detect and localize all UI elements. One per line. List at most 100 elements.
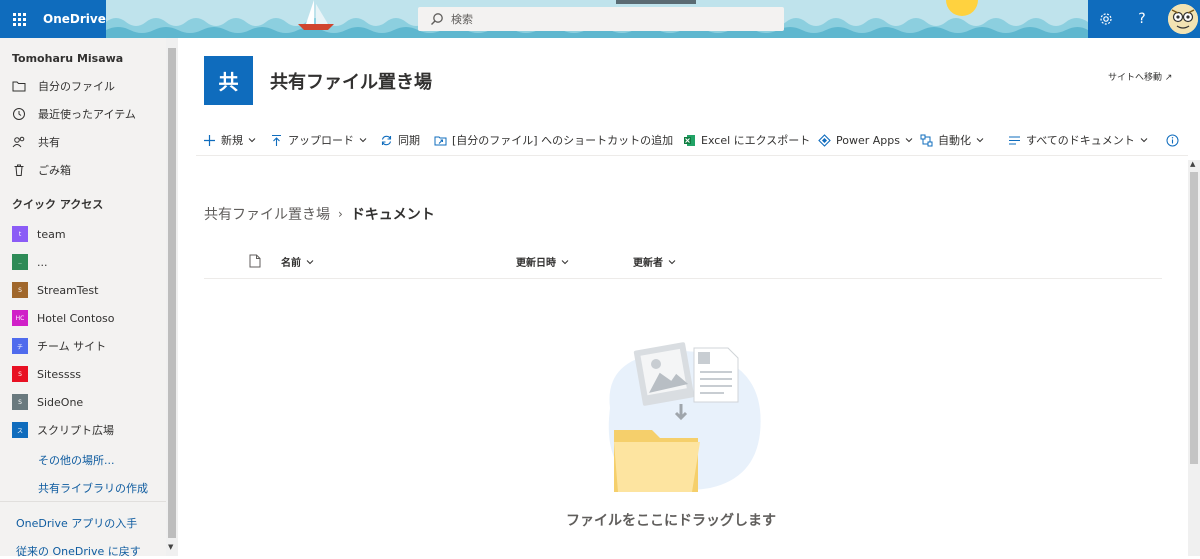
search-icon: [431, 13, 443, 25]
breadcrumb: 共有ファイル置き場 › ドキュメント: [204, 204, 435, 224]
gear-icon: [1100, 13, 1112, 25]
search-box[interactable]: 検索: [418, 7, 784, 31]
site-label: ...: [37, 255, 48, 269]
chevron-down-icon: [561, 259, 569, 264]
site-link[interactable]: S Sitessss: [0, 361, 166, 387]
new-label: 新規: [221, 134, 243, 147]
sync-icon: [381, 135, 392, 145]
upload-icon: [272, 134, 281, 146]
nav-item-label: 自分のファイル: [38, 80, 115, 93]
site-label: Hotel Contoso: [37, 311, 115, 325]
plus-icon: [204, 134, 215, 146]
nav-item-label: ごみ箱: [38, 164, 71, 177]
help-button[interactable]: ?: [1124, 0, 1160, 38]
create-library-link[interactable]: 共有ライブラリの作成: [38, 480, 148, 496]
modified-column-header[interactable]: 更新日時: [516, 254, 569, 269]
go-to-site-link[interactable]: サイトへ移動 ↗: [1108, 70, 1172, 83]
avatar[interactable]: [1168, 4, 1198, 34]
get-app-link[interactable]: OneDrive アプリの入手: [16, 515, 137, 531]
empty-state-message: ファイルをここにドラッグします: [566, 513, 776, 529]
search-placeholder: 検索: [451, 13, 473, 26]
site-label: チーム サイト: [37, 340, 107, 353]
site-label: StreamTest: [37, 283, 99, 297]
site-badge: S: [12, 366, 28, 382]
excel-icon: [684, 134, 695, 146]
breadcrumb-parent[interactable]: 共有ファイル置き場: [204, 204, 330, 224]
power-apps-button[interactable]: Power Apps: [818, 126, 913, 154]
export-excel-button[interactable]: Excel にエクスポート: [683, 126, 810, 154]
site-link[interactable]: HC Hotel Contoso: [0, 305, 166, 331]
info-button[interactable]: [1166, 126, 1184, 154]
app-name[interactable]: OneDrive: [38, 0, 106, 38]
site-link[interactable]: .. ...: [0, 249, 166, 275]
sync-label: 同期: [398, 134, 420, 147]
recent-icon: [13, 108, 25, 120]
page-title: 共有ファイル置き場: [270, 72, 432, 93]
modified-by-column-label: 更新者: [633, 258, 663, 269]
recycle-bin-icon: [14, 164, 24, 176]
nav-scrollbar[interactable]: ▼: [166, 38, 178, 556]
top-header: OneDrive 検索 ?: [0, 0, 1200, 38]
name-column-header[interactable]: 名前: [281, 254, 314, 269]
app-launcher-button[interactable]: [0, 0, 38, 38]
name-column-label: 名前: [281, 258, 301, 269]
power-apps-label: Power Apps: [836, 133, 900, 147]
site-label: SideOne: [37, 395, 84, 409]
export-excel-label: Excel にエクスポート: [701, 134, 811, 147]
site-badge: S: [12, 394, 28, 410]
site-link[interactable]: ス スクリプト広場: [0, 417, 166, 443]
view-selector-button[interactable]: すべてのドキュメント: [1008, 126, 1148, 154]
chevron-down-icon: [1140, 138, 1148, 143]
view-selector-label: すべてのドキュメント: [1026, 134, 1135, 147]
more-places-link[interactable]: その他の場所...: [38, 452, 115, 468]
site-label: team: [37, 227, 66, 241]
automate-button[interactable]: 自動化: [920, 126, 984, 154]
scroll-up-icon[interactable]: ▲: [1190, 160, 1195, 168]
nav-scrollbar-thumb[interactable]: [168, 48, 176, 538]
settings-button[interactable]: [1088, 0, 1124, 38]
nav-item-recycle-bin[interactable]: ごみ箱: [0, 157, 166, 183]
site-link[interactable]: t team: [0, 221, 166, 247]
site-link[interactable]: S SideOne: [0, 389, 166, 415]
quick-access-heading: クイック アクセス: [12, 198, 104, 211]
user-name: Tomoharu Misawa: [12, 52, 124, 65]
content-scrollbar[interactable]: ▲: [1188, 160, 1200, 556]
site-label: Sitessss: [37, 367, 82, 381]
command-bar: 新規 アップロード 同期 [自分のファイル] へのショートカットの追加 Exce…: [196, 126, 1188, 156]
shortcut-icon: [434, 136, 447, 145]
sync-button[interactable]: 同期: [380, 126, 420, 154]
nav-item-my-files[interactable]: 自分のファイル: [0, 73, 166, 99]
site-link[interactable]: S StreamTest: [0, 277, 166, 303]
add-shortcut-label: [自分のファイル] へのショートカットの追加: [452, 134, 674, 147]
modified-column-label: 更新日時: [516, 258, 556, 269]
chevron-down-icon: [905, 138, 913, 143]
list-view-icon: [1009, 135, 1020, 145]
waffle-icon: [12, 12, 26, 26]
site-logo: 共: [204, 56, 253, 105]
nav-item-shared[interactable]: 共有: [0, 129, 166, 155]
nav-item-label: 最近使ったアイテム: [38, 108, 136, 121]
nav-item-label: 共有: [38, 136, 60, 149]
help-icon: ?: [1138, 11, 1146, 27]
classic-onedrive-link[interactable]: 従来の OneDrive に戻す: [16, 543, 141, 559]
site-link[interactable]: チ チーム サイト: [0, 333, 166, 359]
breadcrumb-separator: ›: [338, 207, 343, 221]
site-badge: t: [12, 226, 28, 242]
nav-item-recent[interactable]: 最近使ったアイテム: [0, 101, 166, 127]
chevron-down-icon: [976, 138, 984, 143]
chevron-down-icon: [248, 138, 256, 143]
site-badge: チ: [12, 338, 28, 354]
add-shortcut-button[interactable]: [自分のファイル] へのショートカットの追加: [434, 126, 673, 154]
nav-divider: [0, 501, 166, 502]
breadcrumb-current: ドキュメント: [350, 207, 435, 223]
modified-by-column-header[interactable]: 更新者: [633, 254, 676, 269]
content-scrollbar-thumb[interactable]: [1190, 172, 1198, 464]
avatar-image: [1168, 4, 1198, 34]
scroll-down-icon[interactable]: ▼: [168, 543, 173, 551]
new-button[interactable]: 新規: [203, 126, 256, 154]
power-apps-icon: [818, 133, 831, 147]
file-type-column[interactable]: [249, 254, 261, 268]
site-badge: HC: [12, 310, 28, 326]
left-nav: Tomoharu Misawa 自分のファイル 最近使ったアイテム 共有 ごみ箱…: [0, 38, 166, 559]
upload-button[interactable]: アップロード: [270, 126, 367, 154]
